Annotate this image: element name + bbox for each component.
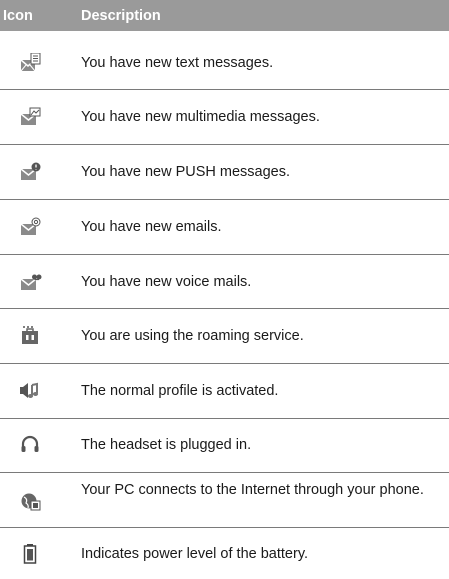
row-divider xyxy=(0,363,449,364)
list-item-description: You have new voice mails. xyxy=(81,274,252,290)
list-item-description: You are using the roaming service. xyxy=(81,328,304,344)
email-icon xyxy=(20,217,41,237)
icon-description-table: Icon Description You have new text messa… xyxy=(0,0,449,579)
row-divider xyxy=(0,527,449,528)
list-item-description: You have new text messages. xyxy=(81,55,274,71)
roaming-icon xyxy=(20,326,40,346)
row-divider xyxy=(0,89,449,90)
header-icon-column: Icon xyxy=(3,8,33,24)
push-message-icon xyxy=(20,162,41,182)
row-divider xyxy=(0,254,449,255)
list-item-description: You have new emails. xyxy=(81,219,222,235)
list-item-description: Your PC connects to the Internet through… xyxy=(81,482,424,498)
row-divider xyxy=(0,144,449,145)
list-item-description: The normal profile is activated. xyxy=(81,383,279,399)
multimedia-message-icon xyxy=(20,107,41,127)
row-divider xyxy=(0,472,449,473)
text-message-icon xyxy=(20,52,41,73)
row-divider xyxy=(0,308,449,309)
list-item-description: The headset is plugged in. xyxy=(81,437,252,453)
normal-profile-icon xyxy=(20,381,40,401)
list-item-description: You have new multimedia messages. xyxy=(81,109,320,125)
row-divider xyxy=(0,418,449,419)
row-divider xyxy=(0,199,449,200)
headset-icon xyxy=(20,435,40,455)
table-header: Icon Description xyxy=(0,0,449,31)
voicemail-icon xyxy=(20,272,42,292)
list-item-description: You have new PUSH messages. xyxy=(81,164,291,180)
header-description-column: Description xyxy=(81,8,161,24)
internet-connect-icon xyxy=(20,491,41,511)
list-item-description: Indicates power level of the battery. xyxy=(81,546,309,562)
battery-icon xyxy=(20,544,40,564)
